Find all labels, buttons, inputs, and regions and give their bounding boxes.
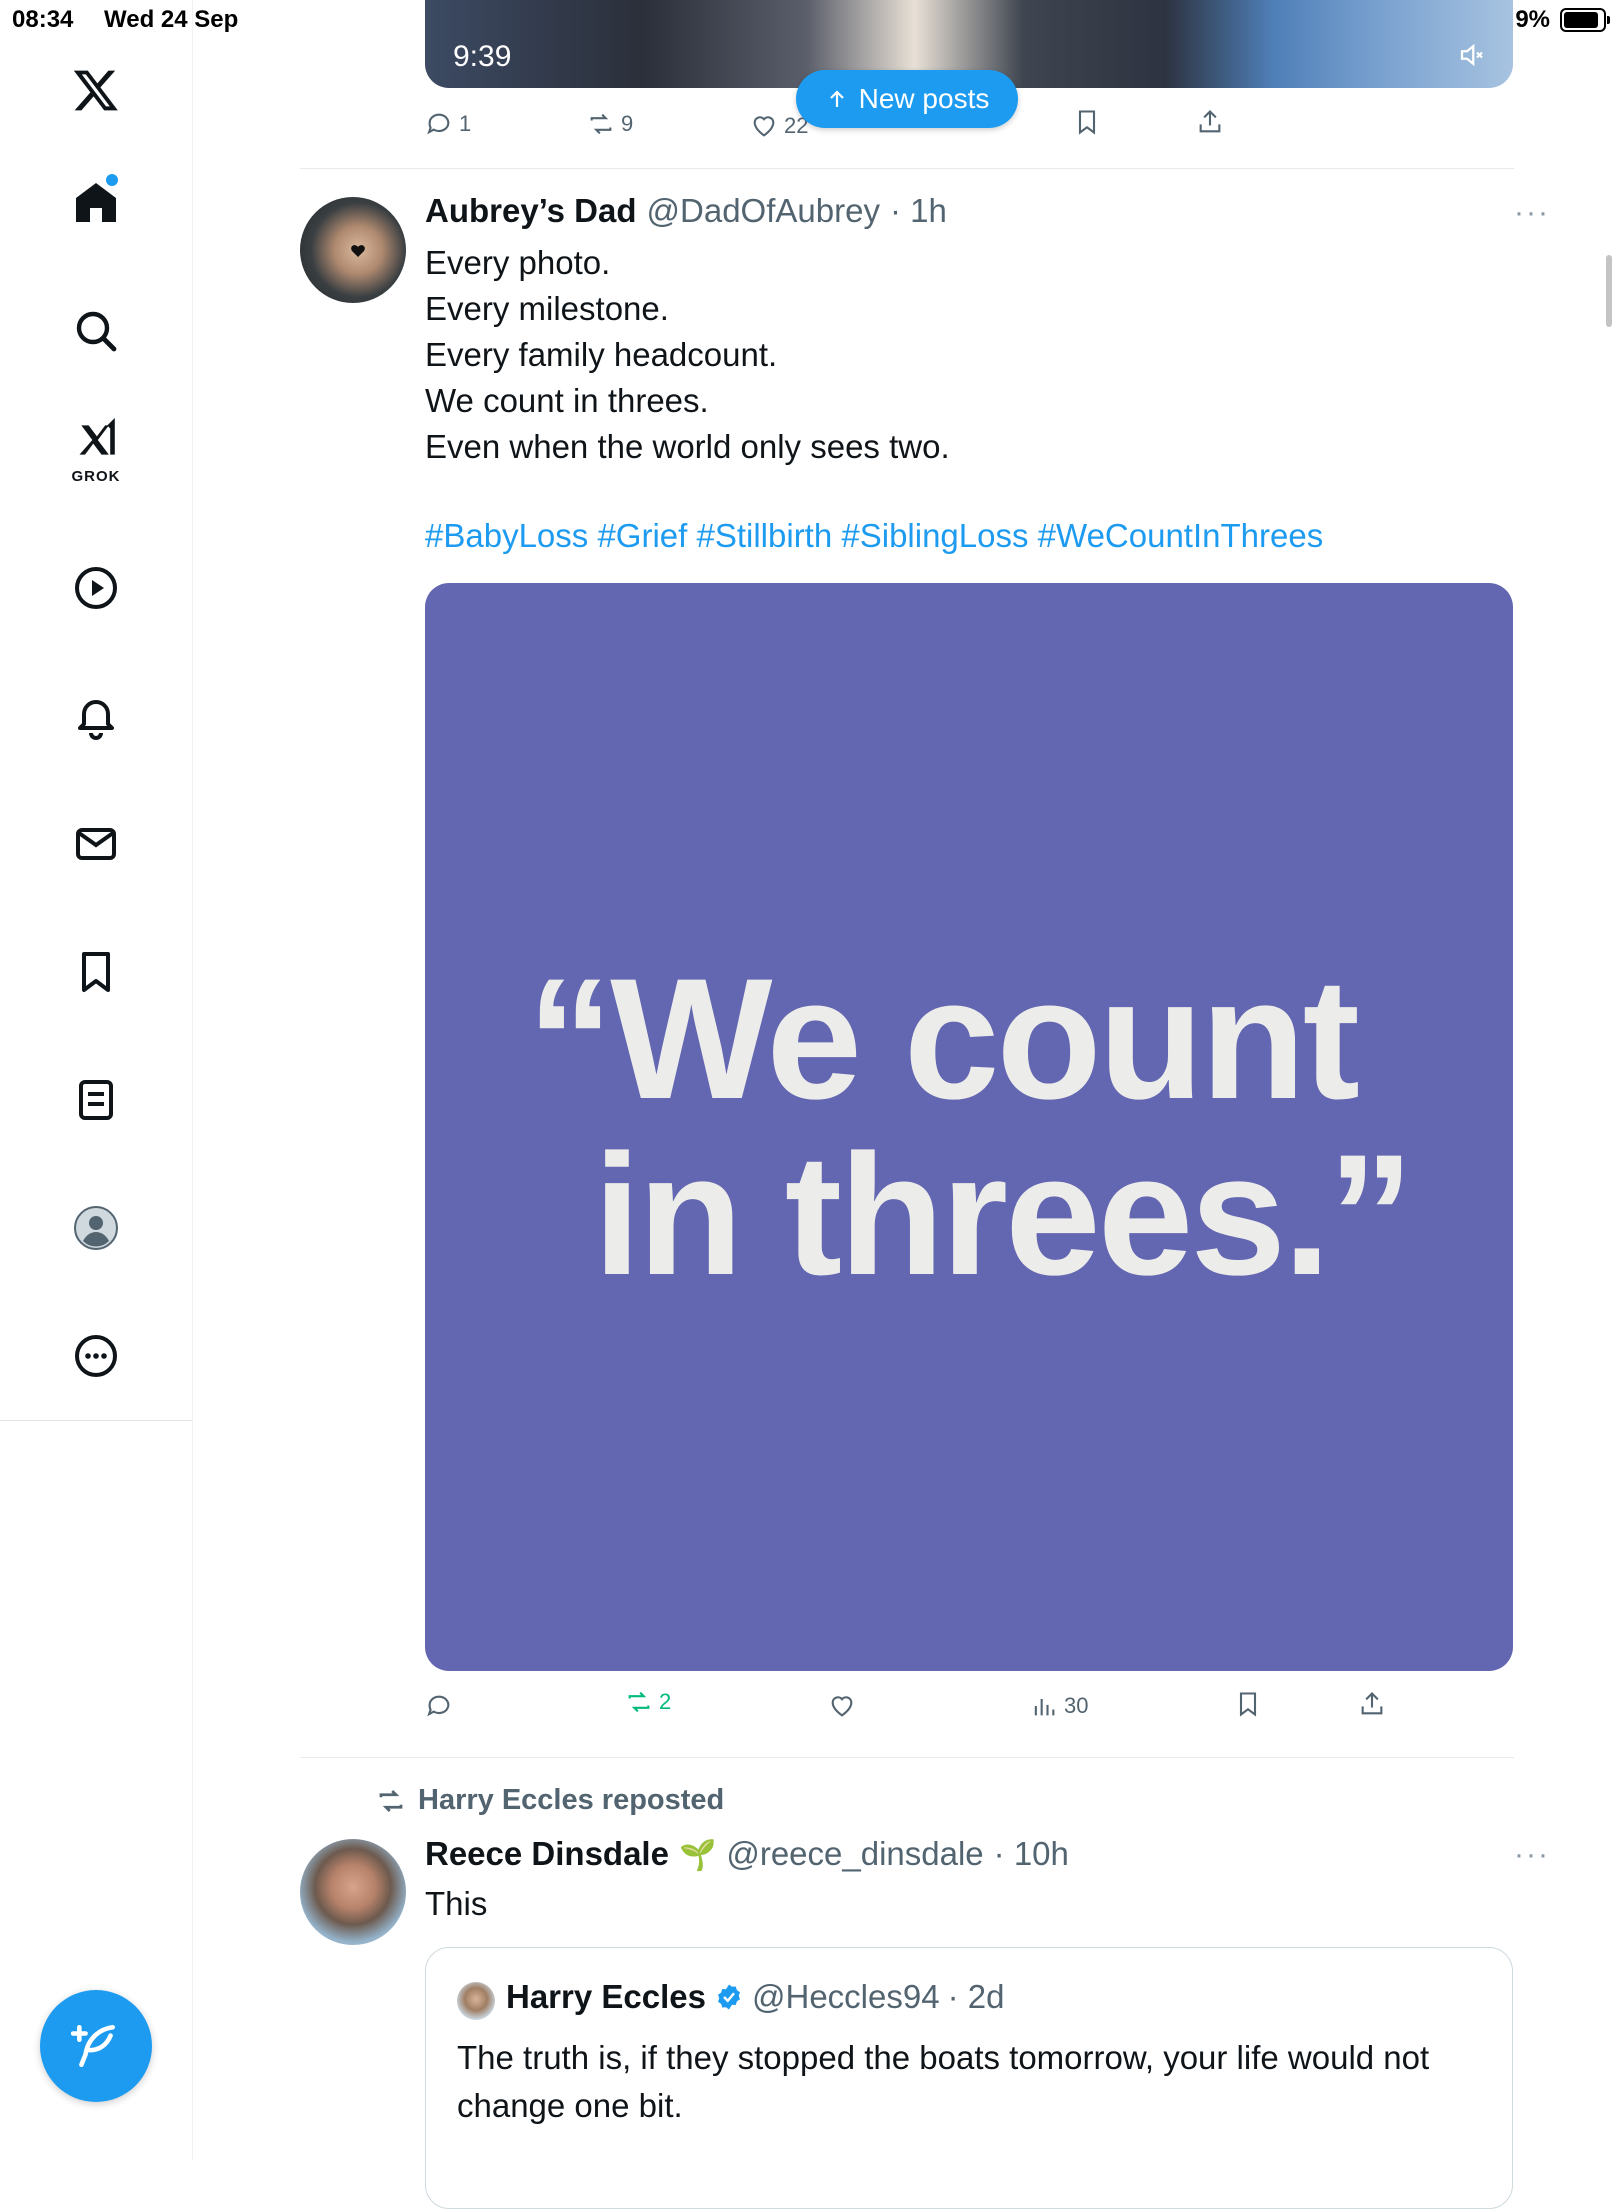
quoted-post-text: The truth is, if they stopped the boats … [457,2039,1430,2124]
post-line: Even when the world only sees two. [425,428,950,465]
avatar[interactable] [300,1839,406,1945]
notifications-bell-icon[interactable] [56,676,136,756]
image-quote-text: “We count in threes.” [527,943,1414,1311]
quoted-post-time[interactable]: · 2d [948,1978,1005,2016]
messages-envelope-icon[interactable] [56,804,136,884]
sidebar: GROK [0,0,193,2160]
like-button[interactable]: 22 [750,112,808,140]
author-name[interactable]: Reece Dinsdale [425,1835,669,1873]
compose-feather-icon [71,2024,115,2068]
new-posts-label: New posts [858,83,990,114]
post-time[interactable]: · 1h [890,192,947,230]
repost-count: 2 [659,1689,672,1714]
share-icon [1361,1692,1383,1715]
repost-icon [379,1789,403,1812]
post-more-button[interactable]: ··· [1514,196,1550,230]
repost-count: 9 [621,111,634,136]
mute-icon[interactable] [1457,40,1487,75]
video-timestamp: 9:39 [453,40,512,73]
social-context[interactable]: Harry Eccles reposted [376,1784,724,1817]
author-handle[interactable]: @reece_dinsdale [726,1835,983,1873]
notification-dot [106,174,118,186]
profile-avatar-icon[interactable] [56,1188,136,1268]
more-options-icon[interactable] [56,1316,136,1396]
arrow-up-icon [829,90,844,107]
post-image[interactable]: “We count in threes.” [425,583,1513,1671]
share-icon [1199,110,1221,133]
sidebar-divider [0,1420,192,1421]
post-text: This [425,1885,488,1922]
post-header: Aubrey’s Dad @DadOfAubrey · 1h [425,192,947,230]
home-icon[interactable] [56,162,136,242]
repost-icon [590,113,612,135]
status-time: 08:34 [12,6,74,33]
post-header: Reece Dinsdale 🌱 @reece_dinsdale · 10h [425,1835,1069,1873]
heart-icon [831,1696,853,1717]
reply-icon [427,1695,450,1717]
new-posts-pill[interactable]: New posts [796,70,1018,128]
reply-button[interactable]: 1 [425,110,471,138]
reply-button[interactable] [425,1692,453,1720]
post-separator [300,168,1514,169]
bookmark-button[interactable] [1073,108,1101,136]
share-button[interactable] [1196,108,1224,136]
status-date: Wed 24 Sep [104,6,239,33]
post-line: Every family headcount. [425,336,778,373]
post-time[interactable]: · 10h [994,1835,1069,1873]
views-button[interactable]: 30 [1030,1692,1088,1720]
image-quote-line: “We count [527,943,1360,1135]
reply-count: 1 [459,111,472,136]
battery-icon [1560,8,1610,32]
repost-button[interactable]: 9 [587,110,633,138]
views-count: 30 [1064,1693,1089,1718]
verified-badge-icon [717,1984,740,2010]
compose-post-button[interactable] [40,1990,152,2102]
like-button[interactable] [828,1692,856,1720]
share-button[interactable] [1358,1690,1386,1718]
heart-icon [753,116,775,137]
grok-icon[interactable]: GROK [56,410,136,490]
image-quote-line: in threes.” [593,1119,1414,1311]
post-line: Every photo. [425,244,611,281]
quoted-author-handle[interactable]: @Heccles94 [752,1978,940,2016]
quoted-author-name[interactable]: Harry Eccles [506,1978,706,2016]
scrollbar[interactable] [1606,255,1612,327]
author-handle[interactable]: @DadOfAubrey [647,192,880,230]
avatar[interactable] [457,1982,495,2020]
grok-label: GROK [71,468,121,485]
bookmarks-icon[interactable] [56,932,136,1012]
bookmark-icon [1078,110,1096,135]
repost-icon [628,1691,650,1713]
reply-icon [427,113,450,135]
battery-percent: 9% [1515,6,1550,33]
post-line: Every milestone. [425,290,669,327]
analytics-icon [1034,1699,1055,1716]
quoted-post[interactable]: Harry Eccles @Heccles94 · 2d The truth i… [425,1947,1513,2209]
author-name[interactable]: Aubrey’s Dad [425,192,637,230]
repost-button[interactable]: 2 [625,1688,671,1716]
bookmark-button[interactable] [1234,1690,1262,1718]
post-hashtags[interactable]: #BabyLoss #Grief #Stillbirth #SiblingLos… [425,517,1323,555]
status-bar: 08:34 Wed 24 Sep 9% [0,0,1620,40]
video-play-icon[interactable] [56,548,136,628]
x-logo-icon[interactable] [56,50,136,130]
avatar[interactable] [300,197,406,303]
post-text: Every photo. Every milestone. Every fami… [425,240,950,470]
lists-icon[interactable] [56,1060,136,1140]
post-line: We count in threes. [425,382,709,419]
post-separator [300,1757,1514,1758]
bookmark-icon [1239,1692,1257,1717]
post-more-button[interactable]: ··· [1514,1838,1550,1872]
seedling-icon: 🌱 [678,1839,717,1872]
repost-label: Harry Eccles reposted [418,1784,725,1816]
quoted-post-header: Harry Eccles @Heccles94 · 2d [506,1978,1004,2016]
search-icon[interactable] [56,291,136,371]
